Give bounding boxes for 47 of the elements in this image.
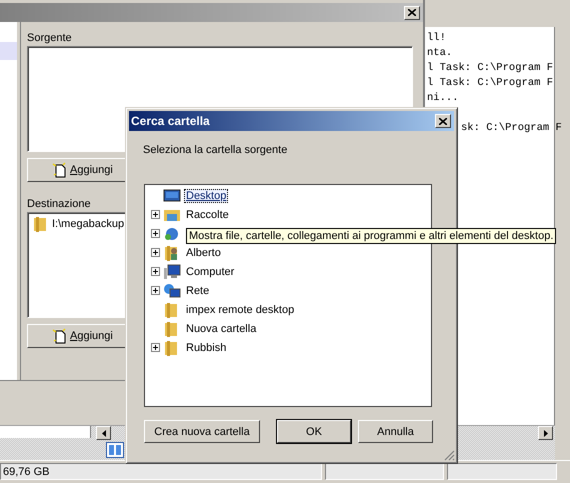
tree-item[interactable]: Desktop bbox=[184, 188, 228, 202]
console-line: sk: C:\Program F bbox=[461, 121, 562, 136]
arrow-right-icon bbox=[544, 430, 548, 436]
expand-icon[interactable] bbox=[151, 248, 160, 257]
expand-icon[interactable] bbox=[151, 229, 160, 238]
dialog-button[interactable]: Annulla bbox=[358, 420, 433, 443]
dialog-button[interactable]: Crea nuova cartella bbox=[144, 420, 260, 443]
console-line: ll! bbox=[427, 31, 446, 46]
tooltip: Mostra file, cartelle, collegamenti ai programmi e altri elementi del desktop. bbox=[186, 228, 556, 244]
details-view-icon[interactable] bbox=[106, 442, 124, 458]
tree-item[interactable]: Rete bbox=[184, 284, 212, 298]
console-line: l Task: C:\Program F bbox=[427, 76, 554, 91]
network-icon bbox=[163, 226, 181, 242]
new-document-icon bbox=[52, 162, 68, 178]
section-label: Destinazione bbox=[27, 198, 92, 211]
scroll-right-button[interactable] bbox=[538, 426, 553, 440]
close-icon bbox=[439, 118, 447, 124]
console-line: l Task: C:\Program F bbox=[427, 61, 554, 76]
tree-item[interactable]: Nuova cartella bbox=[184, 322, 258, 336]
folder-icon bbox=[32, 216, 48, 232]
free-space-panel: 69,76 GB bbox=[0, 463, 322, 480]
network-globe-icon bbox=[163, 282, 181, 298]
tree-item[interactable]: Rubbish bbox=[184, 340, 228, 354]
close-button[interactable] bbox=[404, 6, 420, 20]
arrow-left-icon bbox=[102, 430, 106, 436]
dialog-button[interactable]: OK bbox=[277, 420, 351, 443]
console-line: ni... bbox=[427, 91, 459, 106]
computer-icon bbox=[163, 264, 181, 280]
monitor-icon bbox=[163, 188, 181, 204]
console-line: nta. bbox=[427, 46, 452, 61]
tree-item[interactable]: Raccolte bbox=[184, 208, 231, 222]
tree-item[interactable]: Computer bbox=[184, 264, 236, 278]
tree-item[interactable]: Alberto bbox=[184, 246, 223, 260]
resize-grip-icon[interactable] bbox=[444, 450, 455, 461]
close-icon bbox=[408, 9, 416, 16]
dialog-title: Cerca cartella bbox=[131, 114, 210, 128]
scroll-left-button[interactable] bbox=[96, 426, 111, 440]
tree-item[interactable]: impex remote desktop bbox=[184, 302, 296, 316]
new-document-icon bbox=[52, 328, 68, 344]
expand-icon[interactable] bbox=[151, 267, 160, 276]
list-item[interactable]: I:\megabackup bbox=[52, 218, 124, 230]
dialog-prompt: Seleziona la cartella sorgente bbox=[143, 144, 288, 158]
expand-icon[interactable] bbox=[151, 343, 160, 352]
expand-icon[interactable] bbox=[151, 210, 160, 219]
section-label: Sorgente bbox=[27, 32, 73, 45]
expand-icon[interactable] bbox=[151, 286, 160, 295]
close-button[interactable] bbox=[435, 114, 451, 128]
